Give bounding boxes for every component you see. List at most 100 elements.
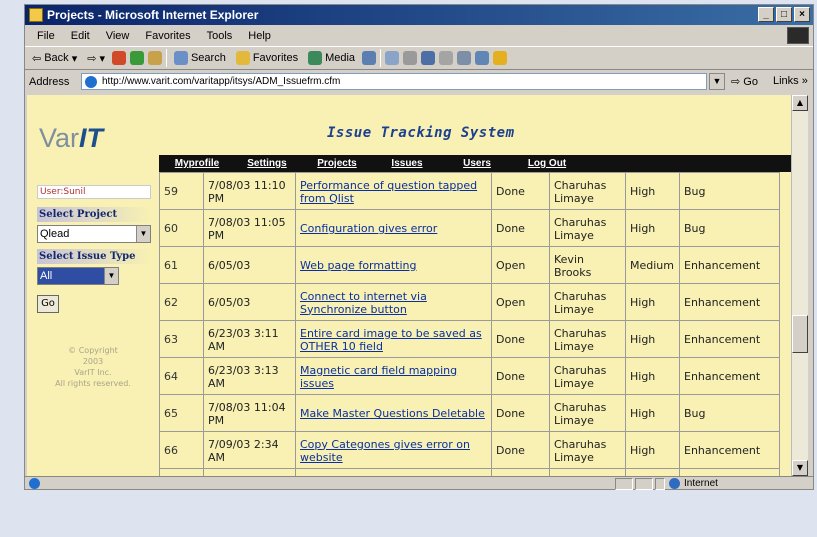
links-button[interactable]: Links » [773,75,808,87]
vertical-scrollbar[interactable]: ▲ ▼ [791,95,808,476]
scroll-thumb[interactable] [792,315,808,353]
issue-subject-link[interactable]: Make Master Questions Deletable [295,394,492,432]
research-icon[interactable] [457,51,472,65]
search-button[interactable]: Search [171,51,229,65]
back-button[interactable]: ⇦ Back ▾ [29,52,80,65]
issue-subject-link[interactable]: Connect to internet via Synchronize butt… [295,283,492,321]
menu-view[interactable]: View [98,30,138,42]
issue-status: Open [491,246,550,284]
issue-status: Done [491,431,550,469]
table-row: 63 6/23/03 3:11 AM Entire card image to be… [159,320,780,358]
menu-tools[interactable]: Tools [199,30,241,42]
issue-owner: Charuhas Limaye [549,394,626,432]
print-icon[interactable] [403,51,418,65]
table-row: 65 7/08/03 11:04 PM Make Master Questions … [159,394,780,432]
menu-favorites[interactable]: Favorites [137,30,198,42]
zone-label: Internet [684,478,718,489]
scroll-down-button[interactable]: ▼ [792,460,808,476]
menu-help[interactable]: Help [240,30,279,42]
issue-id: 60 [159,209,204,247]
edit-icon[interactable] [421,51,436,65]
go-arrow-icon: ⇨ [731,76,741,88]
issue-status: Done [491,209,550,247]
issue-subject-link[interactable]: Mag card swipes fail once [295,468,492,476]
issue-date: 6/05/03 [203,283,296,321]
forward-arrow-icon: ⇨ [87,52,97,65]
nav-logout[interactable]: Log Out [515,158,579,169]
issue-subject-link[interactable]: Copy Categones gives error on website [295,431,492,469]
messenger-icon[interactable] [475,51,490,65]
issue-status: Done [491,394,550,432]
minimize-button[interactable]: _ [758,7,774,22]
page-content: VarIT Issue Tracking System Myprofile Se… [27,95,791,476]
table-row: 59 7/08/03 11:10 PM Performance of questio… [159,172,780,210]
nav-settings[interactable]: Settings [235,158,299,169]
media-label: Media [325,52,356,64]
issue-status: Done [491,320,550,358]
search-icon [173,51,188,65]
favorites-button[interactable]: Favorites [233,51,301,65]
issue-type: Bug [679,209,780,247]
toolbar-separator [165,49,167,67]
issue-priority: High [625,172,680,210]
project-select[interactable]: Qlead ▼ [37,225,151,243]
issue-subject-link[interactable]: Performance of question tapped from Qlis… [295,172,492,210]
issue-priority: High [625,394,680,432]
issue-type-select[interactable]: All ▼ [37,267,119,285]
home-icon[interactable] [147,51,162,65]
issue-type: Enhancement [679,320,780,358]
windows-logo-icon [787,27,809,44]
toolbar-separator [380,49,382,67]
security-zone: Internet [669,477,718,490]
nav-users[interactable]: Users [445,158,509,169]
back-arrow-icon: ⇦ [32,52,42,65]
stop-icon[interactable] [111,51,126,65]
nav-projects[interactable]: Projects [305,158,369,169]
copyright-line: 2003 [82,357,104,366]
mail-icon[interactable] [385,51,400,65]
select-issue-type-label: Select Issue Type [37,249,151,264]
issue-status: Done [491,357,550,395]
scroll-up-button[interactable]: ▲ [792,95,808,111]
issue-subject-link[interactable]: Configuration gives error [295,209,492,247]
window-title: Projects - Microsoft Internet Explorer [47,8,259,22]
table-row: 64 6/23/03 3:13 AM Magnetic card field map… [159,357,780,395]
nav-myprofile[interactable]: Myprofile [165,158,229,169]
go-filter-button[interactable]: Go [37,295,59,313]
issue-owner: Charuhas Limaye [549,283,626,321]
custom-toolbar-icon[interactable] [493,51,508,65]
media-button[interactable]: Media [305,51,358,65]
toolbar: ⇦ Back ▾ ⇨ ▾ Search Favorites Media [25,46,813,70]
issue-type: Enhancement [679,283,780,321]
address-input[interactable]: http://www.varit.com/varitapp/itsys/ADM_… [81,73,707,90]
discuss-icon[interactable] [439,51,454,65]
refresh-icon[interactable] [129,51,144,65]
history-icon[interactable] [362,51,377,65]
copyright-notice: © Copyright 2003 VarIT Inc. All rights r… [31,345,155,389]
address-dropdown-button[interactable]: ▼ [709,73,725,90]
issue-priority: High [625,357,680,395]
issue-subject-link[interactable]: Entire card image to be saved as OTHER 1… [295,320,492,358]
title-bar: Projects - Microsoft Internet Explorer _… [25,5,813,25]
ie-icon [29,8,43,22]
issue-priority: High [625,320,680,358]
issue-date: 6/23/03 3:11 AM [203,320,296,358]
issue-priority: High [625,283,680,321]
maximize-button[interactable]: □ [776,7,792,22]
menu-bar: File Edit View Favorites Tools Help [25,26,813,45]
issue-type: Enhancement [679,246,780,284]
menu-edit[interactable]: Edit [63,30,98,42]
issue-subject-link[interactable]: Web page formatting [295,246,492,284]
issue-owner: Charuhas Limaye [549,320,626,358]
issue-owner: Kevin Brooks [549,246,626,284]
issue-subject-link[interactable]: Magnetic card field mapping issues [295,357,492,395]
close-button[interactable]: × [794,7,810,22]
issue-type-select-value: All [40,270,53,282]
forward-button[interactable]: ⇨ ▾ [84,52,108,65]
copyright-line: © Copyright [68,346,118,355]
menu-file[interactable]: File [29,30,63,42]
issue-status: Done [491,172,550,210]
issue-owner: Charuhas Limaye [549,357,626,395]
go-button[interactable]: ⇨ Go [731,75,758,88]
nav-issues[interactable]: Issues [375,158,439,169]
